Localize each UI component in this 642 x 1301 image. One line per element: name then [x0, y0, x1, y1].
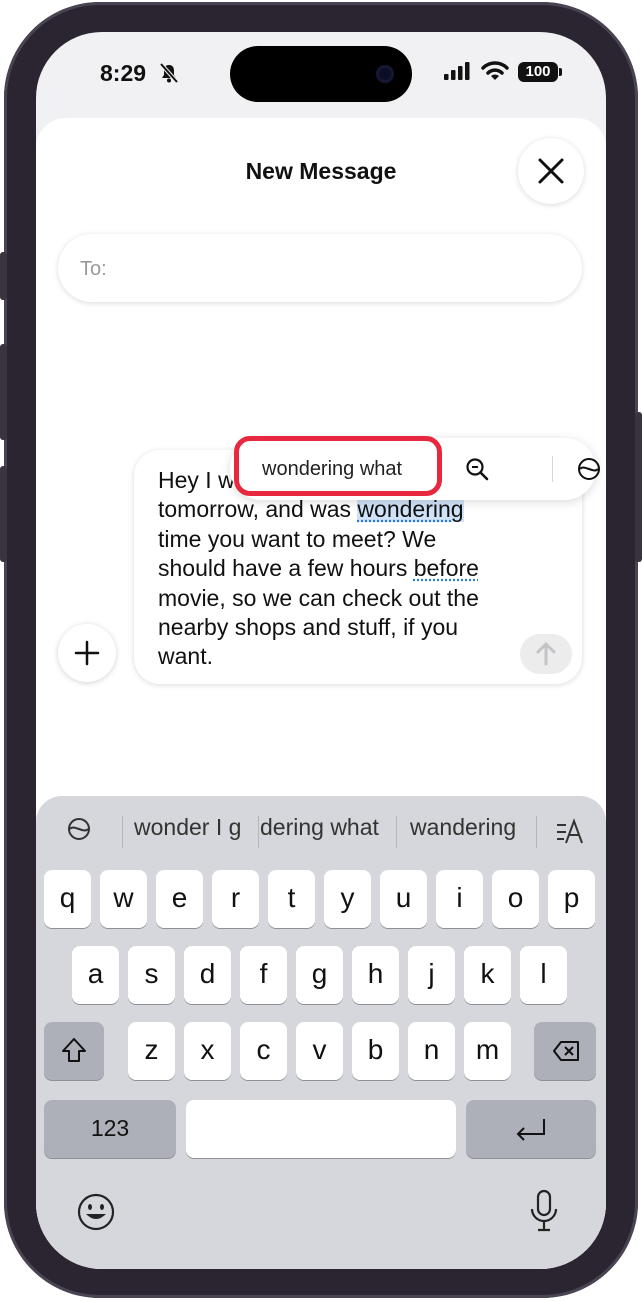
wifi-icon — [481, 61, 509, 80]
key-o[interactable]: o — [492, 870, 539, 928]
action-button — [0, 252, 7, 300]
microphone-icon[interactable] — [528, 1188, 560, 1234]
divider — [536, 816, 537, 848]
underlined-word[interactable]: before — [414, 555, 479, 581]
screen: 8:29 100 New Message To: Hey I tomorrow,… — [36, 32, 606, 1269]
key-q[interactable]: q — [44, 870, 91, 928]
key-l[interactable]: l — [520, 946, 567, 1004]
message-line: time you want to meet? We — [158, 525, 437, 552]
key-f[interactable]: f — [240, 946, 287, 1004]
key-u[interactable]: u — [380, 870, 427, 928]
key-h[interactable]: h — [352, 946, 399, 1004]
key-e[interactable]: e — [156, 870, 203, 928]
writing-tools-icon[interactable] — [66, 816, 92, 842]
power-button — [635, 412, 642, 562]
message-line: movie, so we can check out the — [158, 584, 479, 611]
silent-bell-icon — [159, 62, 179, 84]
shift-icon — [62, 1038, 86, 1062]
arrow-up-icon — [536, 642, 556, 666]
key-c[interactable]: c — [240, 1022, 287, 1080]
key-a[interactable]: a — [72, 946, 119, 1004]
camera-icon — [376, 65, 394, 83]
emoji-icon[interactable] — [76, 1192, 116, 1232]
key-y[interactable]: y — [324, 870, 371, 928]
message-line: should have a few hours before — [158, 555, 479, 582]
volume-down-button — [0, 466, 7, 562]
prediction[interactable]: wonder I g — [134, 814, 241, 841]
volume-up-button — [0, 344, 7, 440]
key-w[interactable]: w — [100, 870, 147, 928]
key-g[interactable]: g — [296, 946, 343, 1004]
divider — [552, 456, 553, 482]
divider — [258, 816, 259, 848]
key-k[interactable]: k — [464, 946, 511, 1004]
writing-tools-icon[interactable] — [576, 456, 602, 482]
predictive-bar: wonder I g dering what wandering — [36, 810, 606, 850]
prediction[interactable]: dering what — [260, 814, 379, 841]
message-line: want. — [158, 643, 213, 670]
signal-icon — [444, 62, 470, 80]
keyboard: wonder I g dering what wandering q w e r… — [36, 796, 606, 1269]
delete-key[interactable] — [534, 1022, 596, 1080]
return-key[interactable] — [466, 1100, 596, 1158]
add-attachment-button[interactable] — [58, 624, 116, 682]
plus-icon — [74, 640, 100, 666]
key-p[interactable]: p — [548, 870, 595, 928]
to-field[interactable]: To: — [58, 234, 582, 302]
key-r[interactable]: r — [212, 870, 259, 928]
status-bar: 8:29 100 — [36, 32, 606, 122]
key-j[interactable]: j — [408, 946, 455, 1004]
battery-tip — [559, 68, 562, 76]
battery-icon: 100 — [518, 62, 558, 82]
key-m[interactable]: m — [464, 1022, 511, 1080]
return-icon — [516, 1119, 545, 1141]
highlight-box — [234, 436, 442, 496]
suggestion-popup: wondering what — [230, 436, 600, 500]
text-format-icon[interactable] — [554, 816, 588, 846]
delete-icon — [553, 1041, 579, 1061]
key-x[interactable]: x — [184, 1022, 231, 1080]
key-z[interactable]: z — [128, 1022, 175, 1080]
look-up-icon[interactable] — [464, 456, 490, 482]
message-line: nearby shops and stuff, if you — [158, 614, 459, 641]
dynamic-island — [230, 46, 412, 102]
divider — [396, 816, 397, 848]
key-s[interactable]: s — [128, 946, 175, 1004]
selected-word[interactable]: wondering — [357, 496, 464, 523]
close-icon — [538, 158, 564, 184]
key-i[interactable]: i — [436, 870, 483, 928]
key-b[interactable]: b — [352, 1022, 399, 1080]
close-button[interactable] — [518, 138, 584, 204]
space-key[interactable] — [186, 1100, 456, 1158]
status-time: 8:29 — [100, 60, 147, 86]
to-label: To: — [80, 258, 107, 280]
numbers-key[interactable]: 123 — [44, 1100, 176, 1158]
send-button[interactable] — [520, 634, 572, 674]
key-t[interactable]: t — [268, 870, 315, 928]
key-v[interactable]: v — [296, 1022, 343, 1080]
key-d[interactable]: d — [184, 946, 231, 1004]
divider — [122, 816, 123, 848]
prediction[interactable]: wandering — [410, 814, 516, 841]
shift-key[interactable] — [44, 1022, 104, 1080]
key-n[interactable]: n — [408, 1022, 455, 1080]
